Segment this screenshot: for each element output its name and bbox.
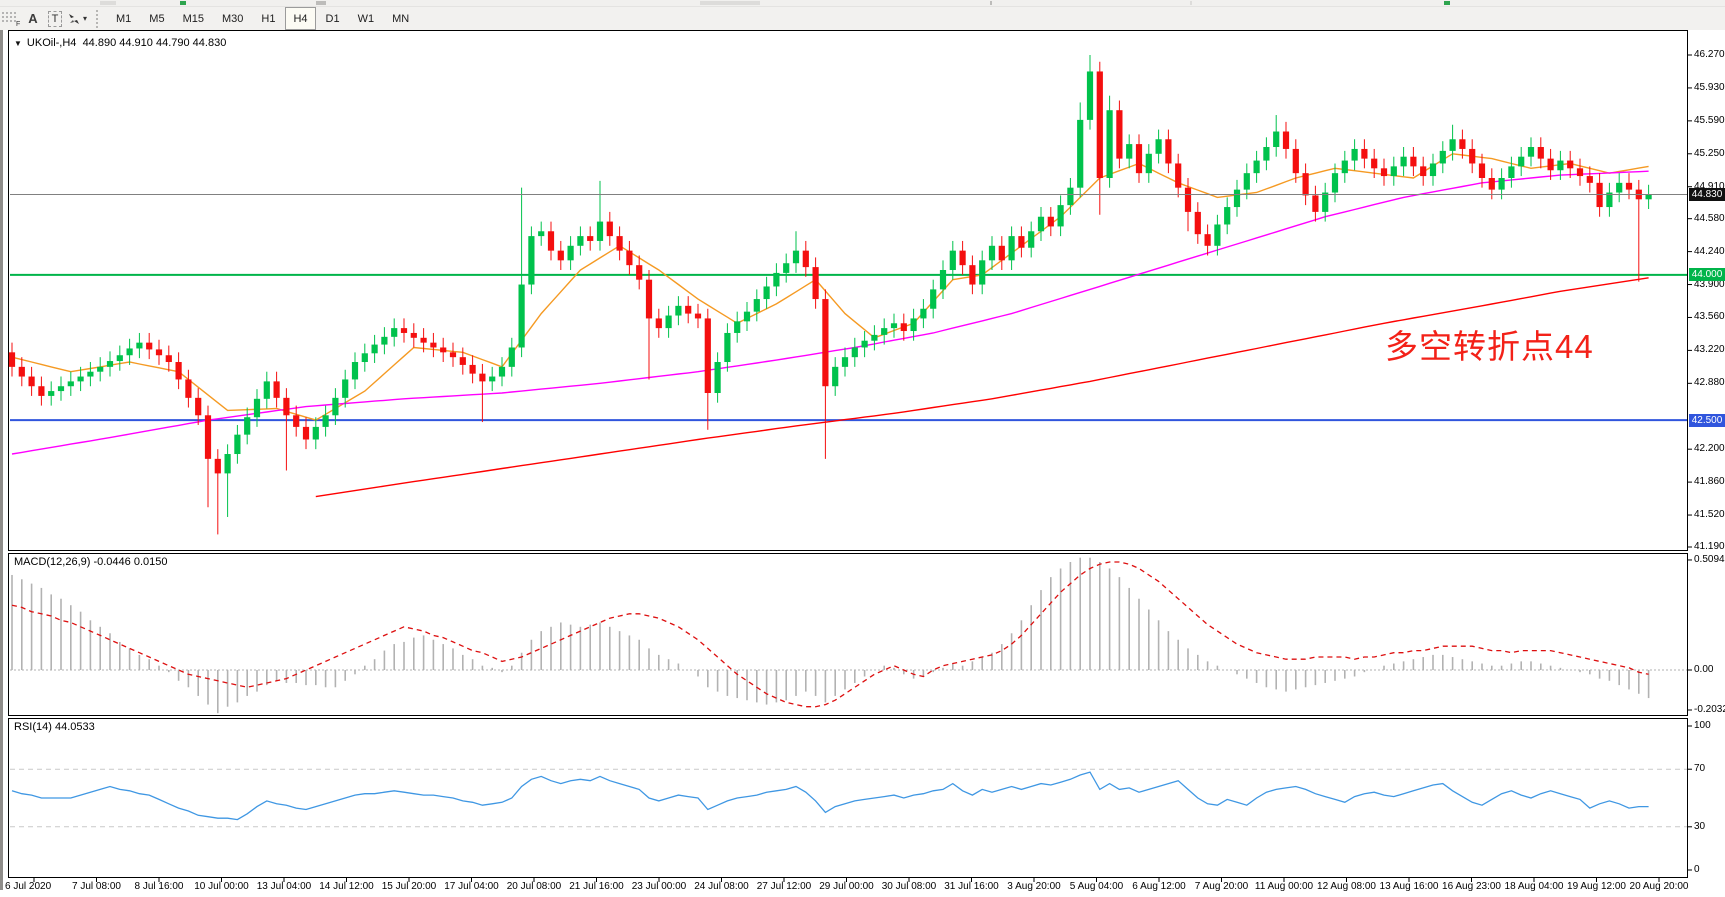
time-tick-label: 13 Jul 04:00: [257, 881, 312, 892]
rsi-panel[interactable]: [8, 718, 1688, 878]
toolbar: F A T ▾ M1M5M15M30H1H4D1W1MN: [0, 7, 1725, 30]
rsi-tick-label: 70: [1694, 763, 1705, 774]
price-tick-label: 45.930: [1694, 82, 1725, 93]
timeframe-button-h1[interactable]: H1: [253, 7, 283, 30]
price-tick-label: 42.200: [1694, 443, 1725, 454]
arrows-dropdown-icon[interactable]: ▾: [67, 9, 87, 28]
macd-tick-label: 0.5094: [1694, 554, 1725, 565]
time-tick-label: 13 Aug 16:00: [1380, 881, 1439, 892]
time-tick-label: 7 Jul 08:00: [72, 881, 121, 892]
time-tick-label: 21 Jul 16:00: [569, 881, 624, 892]
dropdown-caret: ▾: [83, 14, 87, 23]
price-tick-label: 45.250: [1694, 148, 1725, 159]
chart-title: ▼ UKOil-,H4 44.890 44.910 44.790 44.830: [14, 37, 226, 49]
dotted-grid-glyph: F: [1, 11, 21, 27]
time-tick-label: 18 Aug 04:00: [1505, 881, 1564, 892]
time-tick-label: 10 Jul 00:00: [194, 881, 249, 892]
text-box-glyph: T: [48, 11, 63, 27]
time-tick-label: 19 Aug 12:00: [1567, 881, 1626, 892]
clipped-toolbar-item: [1444, 1, 1450, 5]
time-tick-label: 24 Jul 08:00: [694, 881, 749, 892]
timeframe-button-w1[interactable]: W1: [350, 7, 383, 30]
toolbar-grip[interactable]: [96, 10, 103, 28]
ohlc-quote-label: 44.890 44.910 44.790 44.830: [83, 37, 227, 49]
text-a-icon[interactable]: A: [23, 9, 43, 28]
svg-text:F: F: [16, 21, 20, 27]
clipped-toolbar-item: [700, 1, 760, 5]
clipped-toolbar-item: [180, 1, 186, 5]
time-tick-label: 12 Aug 08:00: [1317, 881, 1376, 892]
price-tick-label: 44.240: [1694, 246, 1725, 257]
price-tick-label: 44.580: [1694, 213, 1725, 224]
price-tick-label: 41.520: [1694, 509, 1725, 520]
rsi-tick-label: 30: [1694, 821, 1705, 832]
clipped-toolbar-separator: [1190, 1, 1192, 5]
time-tick-label: 23 Jul 00:00: [632, 881, 687, 892]
time-tick-label: 27 Jul 12:00: [757, 881, 812, 892]
price-tick-label: 41.860: [1694, 476, 1725, 487]
time-tick-label: 7 Aug 20:00: [1195, 881, 1248, 892]
price-tick-label: 45.590: [1694, 115, 1725, 126]
collapse-arrow-icon[interactable]: ▼: [14, 39, 22, 48]
clipped-toolbar-item: [100, 1, 116, 5]
macd-tick-label: 0.00: [1694, 664, 1713, 675]
chart-annotation-text: 多空转折点44: [1385, 320, 1594, 368]
timeframe-button-d1[interactable]: D1: [318, 7, 348, 30]
time-tick-label: 6 Jul 2020: [5, 881, 51, 892]
macd-tick-label: -0.2032: [1694, 704, 1725, 715]
main-chart-panel[interactable]: [8, 30, 1688, 551]
timeframe-button-group: M1M5M15M30H1H4D1W1MN: [107, 7, 418, 30]
time-tick-label: 8 Jul 16:00: [135, 881, 184, 892]
price-tick-label: 43.560: [1694, 311, 1725, 322]
clipped-toolbar-item: [316, 1, 326, 5]
time-tick-label: 20 Jul 08:00: [507, 881, 562, 892]
macd-panel[interactable]: [8, 553, 1688, 716]
symbol-label: UKOil-,H4: [27, 37, 77, 49]
clipped-toolbar-separator: [990, 1, 992, 5]
dotted-grid-f-icon[interactable]: F: [1, 9, 21, 28]
window-left-edge: [0, 30, 3, 890]
time-tick-label: 20 Aug 20:00: [1630, 881, 1689, 892]
time-tick-label: 15 Jul 20:00: [382, 881, 437, 892]
trading-terminal-window: F A T ▾ M1M5M15M30H1H4D1W1MN ▼ UKOil-,H4 …: [0, 0, 1725, 897]
price-tick-label: 41.190: [1694, 541, 1725, 552]
time-tick-label: 14 Jul 12:00: [319, 881, 374, 892]
price-tick-label: 42.880: [1694, 377, 1725, 388]
time-tick-label: 3 Aug 20:00: [1007, 881, 1060, 892]
time-tick-label: 16 Aug 23:00: [1442, 881, 1501, 892]
price-tick-label: 43.220: [1694, 344, 1725, 355]
price-tick-label: 46.270: [1694, 49, 1725, 60]
timeframe-button-h4[interactable]: H4: [285, 7, 315, 30]
time-tick-label: 17 Jul 04:00: [444, 881, 499, 892]
timeframe-button-m5[interactable]: M5: [141, 7, 172, 30]
timeframe-button-mn[interactable]: MN: [384, 7, 417, 30]
rsi-indicator-label: RSI(14) 44.0533: [14, 721, 95, 733]
timeframe-button-m1[interactable]: M1: [108, 7, 139, 30]
time-tick-label: 11 Aug 00:00: [1255, 881, 1313, 892]
time-tick-label: 5 Aug 04:00: [1070, 881, 1123, 892]
timeframe-button-m30[interactable]: M30: [214, 7, 251, 30]
price-tag-44.000: 44.000: [1689, 268, 1725, 281]
rsi-tick-label: 100: [1694, 720, 1711, 731]
price-tag-44.830: 44.830: [1689, 188, 1725, 201]
time-tick-label: 6 Aug 12:00: [1132, 881, 1185, 892]
time-tick-label: 30 Jul 08:00: [882, 881, 937, 892]
rsi-tick-label: 0: [1694, 864, 1700, 875]
time-tick-label: 31 Jul 16:00: [944, 881, 999, 892]
time-tick-label: 29 Jul 00:00: [819, 881, 874, 892]
clipped-top-toolbar: [0, 0, 1725, 7]
text-box-icon[interactable]: T: [45, 9, 65, 28]
price-tag-42.500: 42.500: [1689, 414, 1725, 427]
arrows-glyph: [67, 12, 81, 26]
macd-indicator-label: MACD(12,26,9) -0.0446 0.0150: [14, 556, 167, 568]
timeframe-button-m15[interactable]: M15: [175, 7, 212, 30]
